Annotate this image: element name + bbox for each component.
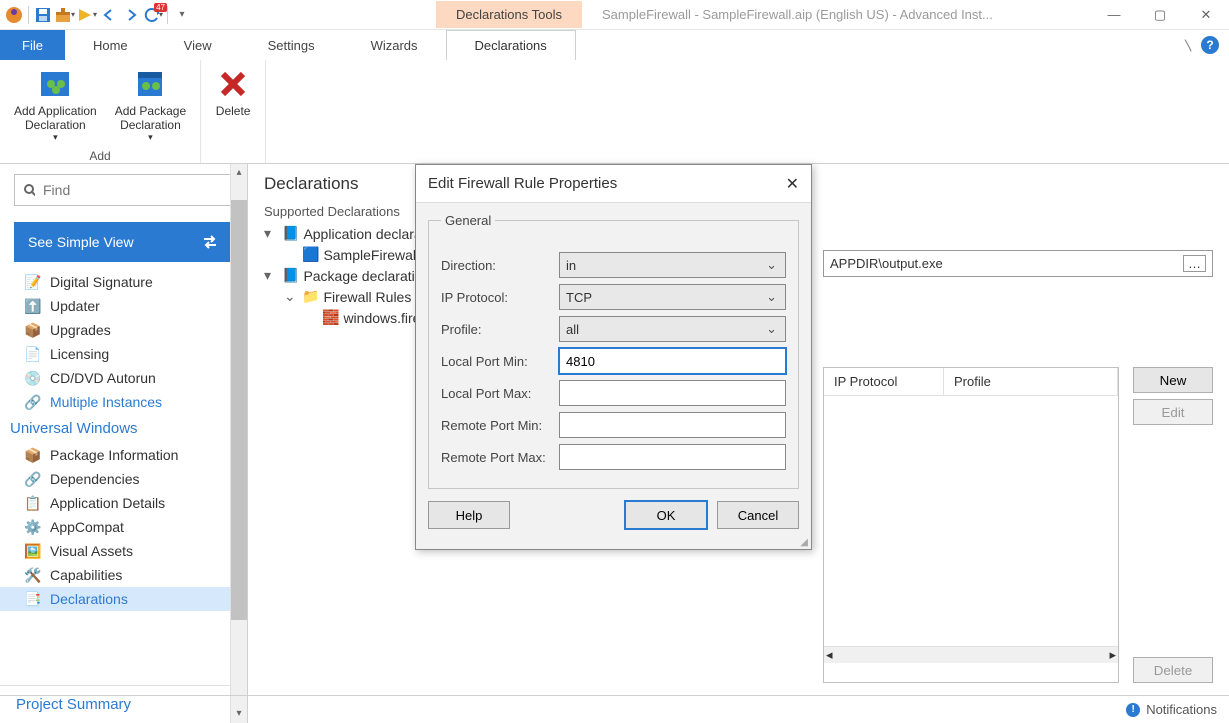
minimize-button[interactable]: —: [1091, 0, 1137, 30]
nav-digital-signature[interactable]: 📝Digital Signature: [0, 270, 247, 294]
nav-updater[interactable]: ⬆️Updater: [0, 294, 247, 318]
scroll-thumb[interactable]: [231, 200, 247, 620]
edit-rule-button[interactable]: Edit: [1133, 399, 1213, 425]
local-port-max-input[interactable]: [559, 380, 786, 406]
assets-icon: 🖼️: [24, 542, 42, 560]
new-rule-button[interactable]: New: [1133, 367, 1213, 393]
nav-upgrades[interactable]: 📦Upgrades: [0, 318, 247, 342]
nav-cddvd[interactable]: 💿CD/DVD Autorun: [0, 366, 247, 390]
profile-select[interactable]: all: [559, 316, 786, 342]
nav-dependencies[interactable]: 🔗Dependencies: [0, 467, 247, 491]
remote-port-max-label: Remote Port Max:: [441, 450, 559, 465]
updater-icon: ⬆️: [24, 297, 42, 315]
upgrades-icon: 📦: [24, 321, 42, 339]
tab-view[interactable]: View: [156, 30, 240, 60]
tab-declarations[interactable]: Declarations: [446, 30, 576, 60]
nav-capabilities[interactable]: 🛠️Capabilities: [0, 563, 247, 587]
instances-icon: 🔗: [24, 393, 42, 411]
remote-port-max-input[interactable]: [559, 444, 786, 470]
nav-declarations[interactable]: 📑Declarations: [0, 587, 247, 611]
help-button[interactable]: Help: [428, 501, 510, 529]
app-icon: [4, 5, 24, 25]
delete-button[interactable]: Delete: [209, 64, 257, 141]
profile-label: Profile:: [441, 322, 559, 337]
ribbon-label: Add Package Declaration: [115, 104, 186, 132]
details-icon: 📋: [24, 494, 42, 512]
direction-label: Direction:: [441, 258, 559, 273]
notifications-label[interactable]: Notifications: [1146, 702, 1217, 717]
close-button[interactable]: ✕: [1183, 0, 1229, 30]
general-legend: General: [441, 213, 495, 228]
resize-grip-icon[interactable]: ◢: [416, 539, 811, 549]
run-icon[interactable]: ▾: [77, 5, 97, 25]
decl-icon: 📑: [24, 590, 42, 608]
add-application-declaration-button[interactable]: Add Application Declaration ▾: [8, 64, 103, 145]
edit-firewall-rule-dialog: Edit Firewall Rule Properties ✕ General …: [415, 164, 812, 550]
add-package-declaration-button[interactable]: Add Package Declaration ▾: [109, 64, 192, 145]
undo-badge-icon[interactable]: 47 ▾: [143, 5, 163, 25]
forward-icon[interactable]: [121, 5, 141, 25]
scroll-left-icon[interactable]: ◂: [826, 647, 833, 663]
signature-icon: 📝: [24, 273, 42, 291]
nav-visual-assets[interactable]: 🖼️Visual Assets: [0, 539, 247, 563]
build-icon[interactable]: ▾: [55, 5, 75, 25]
remote-port-min-label: Remote Port Min:: [441, 418, 559, 433]
scroll-right-icon[interactable]: ▸: [1109, 647, 1116, 663]
tab-home[interactable]: Home: [65, 30, 156, 60]
ok-button[interactable]: OK: [625, 501, 707, 529]
chevron-down-icon[interactable]: ▾: [264, 267, 278, 284]
close-icon[interactable]: ✕: [786, 174, 799, 194]
collapse-ribbon-icon[interactable]: 〵: [1182, 36, 1195, 55]
col-ip-protocol[interactable]: IP Protocol: [824, 368, 944, 395]
chevron-down-icon[interactable]: ⌄: [284, 288, 298, 305]
remote-port-min-input[interactable]: [559, 412, 786, 438]
back-icon[interactable]: [99, 5, 119, 25]
local-port-min-input[interactable]: [559, 348, 786, 374]
chevron-down-icon[interactable]: ▾: [264, 225, 278, 242]
search-icon: [23, 183, 35, 197]
nav-package-information[interactable]: 📦Package Information: [0, 443, 247, 467]
nav-application-details[interactable]: 📋Application Details: [0, 491, 247, 515]
maximize-button[interactable]: ▢: [1137, 0, 1183, 30]
licensing-icon: 📄: [24, 345, 42, 363]
window-title: SampleFirewall - SampleFirewall.aip (Eng…: [602, 7, 1091, 22]
scroll-up-icon[interactable]: ▴: [231, 164, 247, 182]
swap-icon: [201, 233, 219, 251]
nav-multiple-instances[interactable]: 🔗Multiple Instances: [0, 390, 247, 414]
ribbon-label: Add Application Declaration: [14, 104, 97, 132]
nav-appcompat[interactable]: ⚙️AppCompat: [0, 515, 247, 539]
caps-icon: 🛠️: [24, 566, 42, 584]
nav-licensing[interactable]: 📄Licensing: [0, 342, 247, 366]
tab-file[interactable]: File: [0, 30, 65, 60]
deps-icon: 🔗: [24, 470, 42, 488]
local-port-min-label: Local Port Min:: [441, 354, 559, 369]
local-port-max-label: Local Port Max:: [441, 386, 559, 401]
help-icon[interactable]: ?: [1201, 36, 1219, 54]
ip-protocol-label: IP Protocol:: [441, 290, 559, 305]
col-profile[interactable]: Profile: [944, 368, 1118, 395]
browse-button[interactable]: …: [1183, 255, 1206, 272]
tab-wizards[interactable]: Wizards: [343, 30, 446, 60]
see-simple-view-button[interactable]: See Simple View: [14, 222, 233, 262]
package-icon: 📦: [24, 446, 42, 464]
tab-settings[interactable]: Settings: [240, 30, 343, 60]
notification-badge-icon[interactable]: !: [1126, 703, 1140, 717]
delete-rule-button[interactable]: Delete: [1133, 657, 1213, 683]
direction-select[interactable]: in: [559, 252, 786, 278]
program-path-field[interactable]: APPDIR\output.exe …: [823, 250, 1213, 277]
disc-icon: 💿: [24, 369, 42, 387]
save-icon[interactable]: [33, 5, 53, 25]
dialog-title: Edit Firewall Rule Properties: [428, 175, 617, 192]
qat-customize-icon[interactable]: ▾: [172, 5, 192, 25]
horizontal-scrollbar[interactable]: ◂▸: [824, 646, 1118, 663]
ribbon-group-label: Add: [8, 145, 192, 163]
cancel-button[interactable]: Cancel: [717, 501, 799, 529]
ribbon-label: Delete: [216, 104, 251, 118]
nav-group-universal-windows: Universal Windows: [0, 414, 247, 443]
left-scrollbar[interactable]: ▴ ▾: [230, 164, 247, 723]
ip-protocol-select[interactable]: TCP: [559, 284, 786, 310]
compat-icon: ⚙️: [24, 518, 42, 536]
contextual-tab-label: Declarations Tools: [436, 1, 582, 28]
search-input[interactable]: [14, 174, 233, 206]
